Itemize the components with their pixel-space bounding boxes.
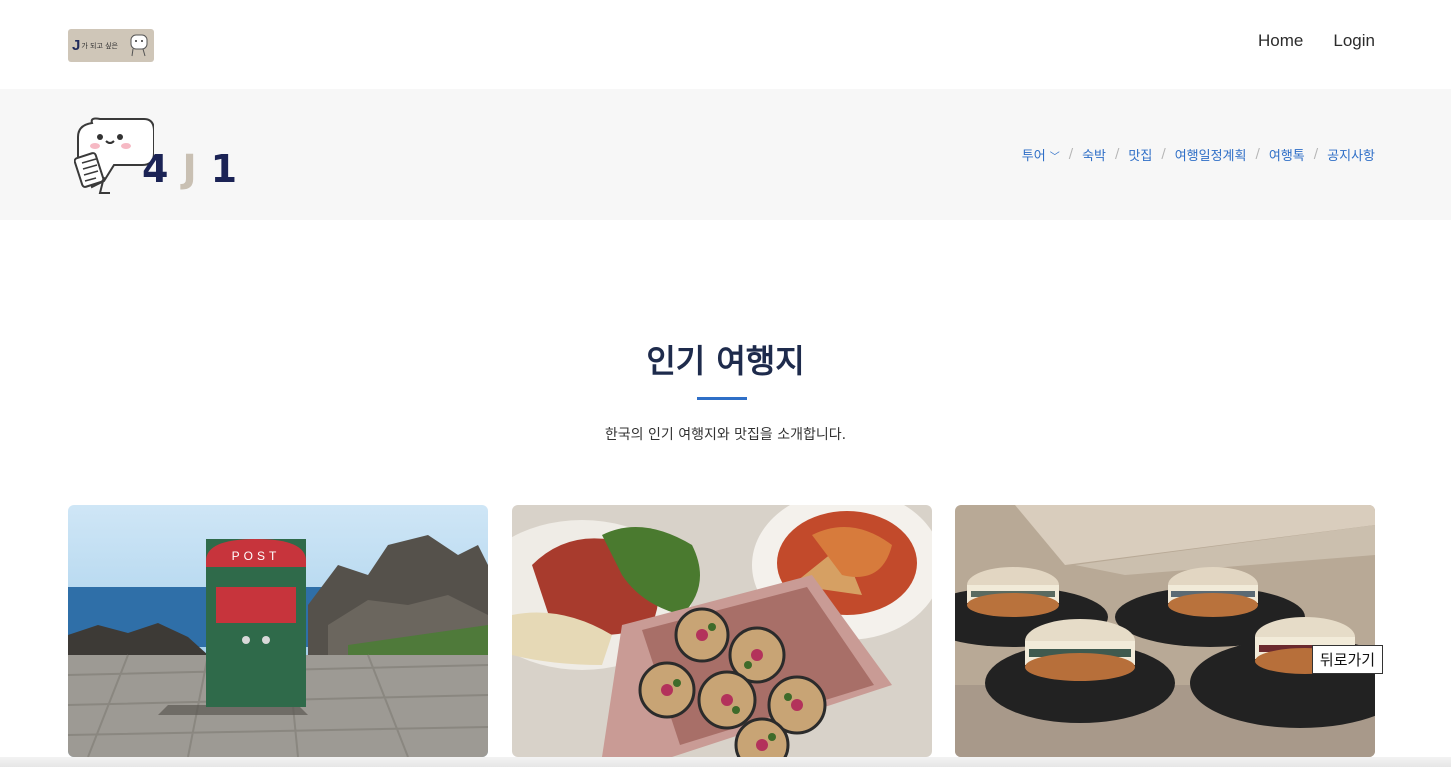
- top-logo-mark: J: [72, 37, 81, 54]
- bottom-edge: [0, 757, 1451, 767]
- main-header: 4 J 1 투어 ﹀ / 숙박 / 맛집 / 여행일정계획 / 여행톡 / 공지사…: [0, 89, 1451, 220]
- nav-notices[interactable]: 공지사항: [1327, 145, 1375, 164]
- top-bar: J 가 되고 싶은 Home Login: [0, 0, 1451, 89]
- back-button[interactable]: 뒤로가기: [1312, 645, 1383, 674]
- section-title: 인기 여행지: [646, 342, 805, 380]
- nav-separator: /: [1068, 147, 1074, 162]
- pastry-photo: [955, 505, 1375, 757]
- login-link[interactable]: Login: [1333, 31, 1375, 51]
- main-nav: 투어 ﹀ / 숙박 / 맛집 / 여행일정계획 / 여행톡 / 공지사항: [1022, 145, 1375, 164]
- top-nav: Home Login: [1258, 31, 1375, 51]
- kimbap-photo: [512, 505, 932, 757]
- post-label: POST: [232, 549, 281, 563]
- destination-card-postbox[interactable]: POST: [68, 505, 488, 757]
- top-logo-text: 가 되고 싶은: [81, 41, 118, 50]
- brand-char-j: J: [182, 147, 197, 191]
- nav-separator: /: [1161, 147, 1166, 162]
- brand-char-4: 4: [142, 147, 169, 191]
- nav-separator: /: [1255, 147, 1260, 162]
- brand-text: 4 J 1: [142, 147, 237, 191]
- destination-card-kimbap[interactable]: [512, 505, 932, 757]
- nav-travel-talk[interactable]: 여행톡: [1269, 145, 1305, 164]
- nav-trip-planner[interactable]: 여행일정계획: [1175, 145, 1247, 164]
- nav-lodging[interactable]: 숙박: [1082, 145, 1106, 164]
- title-underline: [697, 397, 747, 400]
- mascot-icon: [130, 34, 148, 57]
- nav-tour-label: 투어: [1021, 149, 1046, 164]
- nav-separator: /: [1115, 147, 1120, 162]
- nav-tour[interactable]: 투어 ﹀: [1022, 145, 1060, 164]
- destination-card-pastry[interactable]: [955, 505, 1375, 757]
- chevron-down-icon: ﹀: [1049, 152, 1060, 163]
- brand-logo[interactable]: 4 J 1: [74, 117, 274, 197]
- nav-separator: /: [1313, 147, 1319, 162]
- postbox-photo: POST: [68, 505, 488, 757]
- top-logo[interactable]: J 가 되고 싶은: [68, 29, 154, 62]
- brand-char-1: 1: [210, 147, 238, 191]
- nav-restaurants[interactable]: 맛집: [1128, 145, 1152, 164]
- home-link[interactable]: Home: [1258, 31, 1303, 51]
- section-subtitle: 한국의 인기 여행지와 맛집을 소개합니다.: [604, 427, 847, 443]
